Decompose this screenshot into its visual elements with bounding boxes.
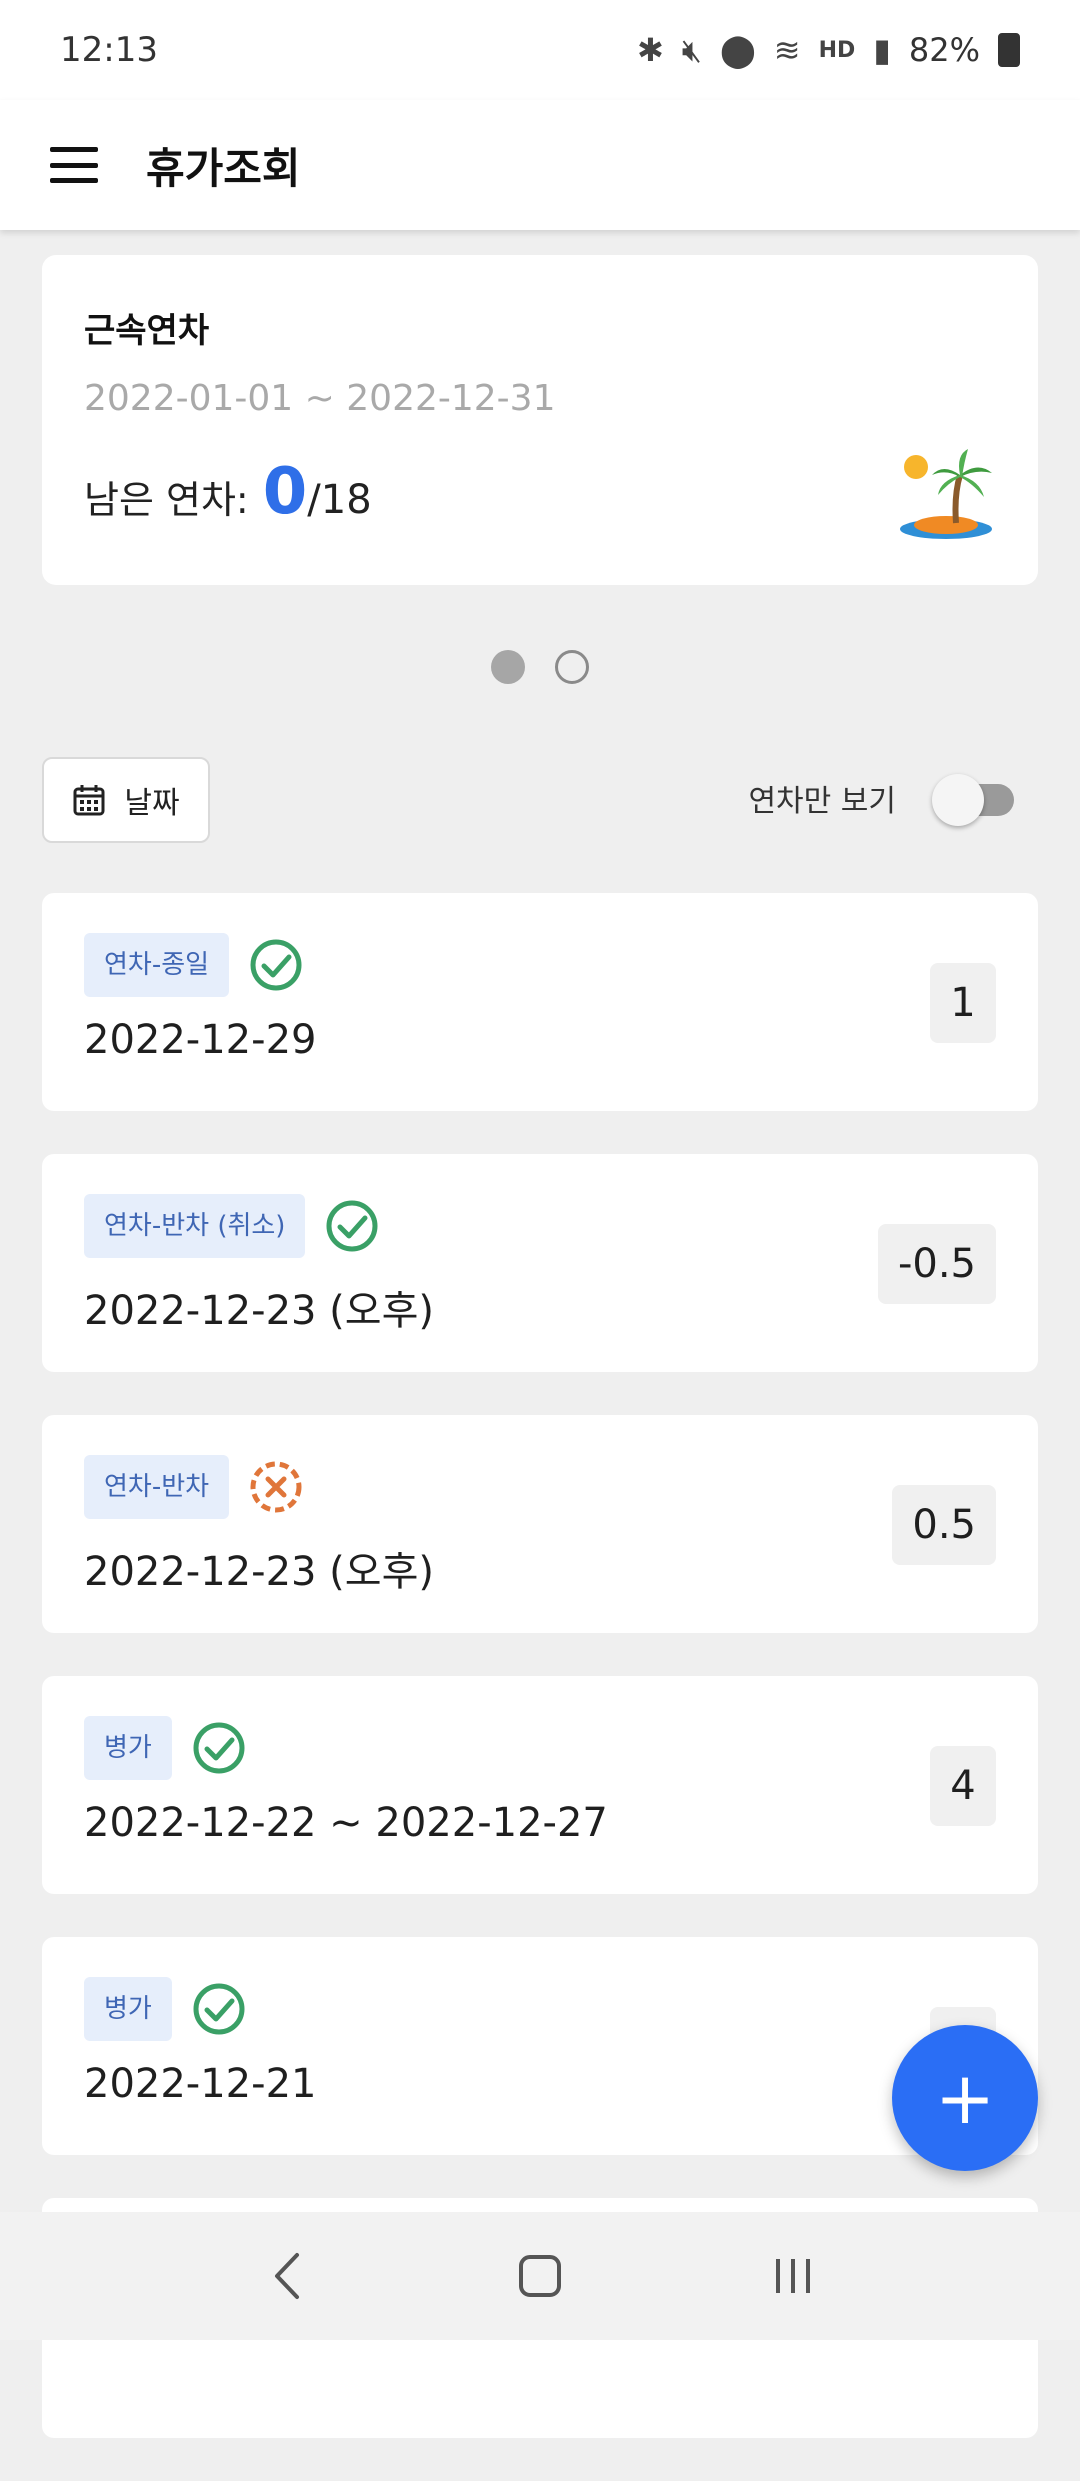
recents-icon [776, 2259, 811, 2293]
annual-only-label: 연차만 보기 [748, 784, 896, 819]
page-dot-1[interactable] [491, 650, 525, 684]
approved-check-icon [193, 1983, 245, 2035]
island-icon [900, 449, 992, 539]
leave-summary-card[interactable]: 근속연차 2022-01-01 ~ 2022-12-31 남은 연차: 0 /1… [42, 255, 1038, 585]
hd-voice-icon: HD [818, 37, 856, 63]
leave-days-badge: 0.5 [892, 1485, 996, 1565]
leave-item[interactable]: 병가 2022-12-22 ~ 2022-12-27 4 [42, 1676, 1038, 1894]
annual-only-toggle[interactable] [932, 770, 1018, 826]
leave-type-tag: 병가 [84, 1716, 172, 1780]
remaining-label: 남은 연차: [84, 478, 249, 522]
page-dot-2[interactable] [555, 650, 589, 684]
leave-date: 2022-12-23 (오후) [84, 1549, 434, 1595]
leave-type-tag: 연차-반차 [84, 1455, 230, 1519]
leave-date: 2022-12-21 [84, 2061, 317, 2107]
status-bar: 12:13 ✱ 🔇︎ ⬤ ≋ HD ▮ 82% [0, 0, 1080, 100]
leave-date: 2022-12-29 [84, 1017, 317, 1063]
home-button[interactable] [500, 2236, 580, 2316]
recents-button[interactable] [753, 2236, 833, 2316]
back-chevron-icon [274, 2253, 299, 2299]
menu-icon[interactable] [50, 147, 98, 183]
approved-check-icon [250, 939, 302, 991]
leave-type-tag: 연차-종일 [84, 933, 230, 997]
cancelled-x-icon [250, 1461, 302, 1513]
add-leave-button[interactable]: + [892, 2025, 1038, 2171]
total-count: /18 [307, 477, 372, 523]
remaining-leave: 남은 연차: 0 /18 [84, 455, 372, 529]
summary-title: 근속연차 [84, 311, 210, 351]
leave-item[interactable]: 연차-반차 (취소) 2022-12-23 (오후) -0.5 [42, 1154, 1038, 1372]
approved-check-icon [193, 1722, 245, 1774]
plus-icon: + [934, 2056, 996, 2140]
leave-type-tag: 병가 [84, 1977, 172, 2041]
signal-icon: ▮ [873, 31, 891, 69]
app-bar: 휴가조회 [0, 100, 1080, 230]
status-icons: ✱ 🔇︎ ⬤ ≋ HD ▮ 82% [637, 31, 1020, 70]
battery-percent: 82% [908, 31, 980, 69]
leave-days-badge: 1 [930, 963, 996, 1043]
bluetooth-icon: ✱ [636, 31, 664, 69]
leave-date: 2022-12-22 ~ 2022-12-27 [84, 1800, 608, 1846]
date-filter-button[interactable]: 날짜 [42, 757, 210, 843]
summary-period: 2022-01-01 ~ 2022-12-31 [84, 378, 556, 419]
mute-icon: 🔇︎ [681, 30, 702, 69]
back-button[interactable] [247, 2236, 327, 2316]
carousel-indicator [0, 650, 1080, 684]
battery-icon [998, 33, 1020, 67]
leave-type-tag: 연차-반차 (취소) [84, 1194, 306, 1258]
calendar-icon [73, 785, 105, 816]
leave-item[interactable]: 연차-반차 2022-12-23 (오후) 0.5 [42, 1415, 1038, 1633]
wifi-icon: ≋ [773, 31, 801, 69]
approved-check-icon [326, 1200, 378, 1252]
remaining-count: 0 [262, 455, 308, 529]
annual-only-filter: 연차만 보기 [748, 770, 1018, 826]
leave-item[interactable]: 병가 2022-12-21 [42, 1937, 1038, 2155]
leave-days-badge: 4 [930, 1746, 996, 1826]
leave-date: 2022-12-23 (오후) [84, 1288, 434, 1334]
leave-item[interactable]: 연차-종일 2022-12-29 1 [42, 893, 1038, 1111]
system-nav-bar [0, 2212, 1080, 2340]
page-title: 휴가조회 [146, 143, 301, 193]
location-icon: ⬤ [719, 31, 756, 69]
status-time: 12:13 [60, 30, 158, 70]
home-square-icon [518, 2255, 561, 2297]
leave-days-badge: -0.5 [877, 1224, 996, 1304]
date-filter-label: 날짜 [124, 786, 180, 821]
